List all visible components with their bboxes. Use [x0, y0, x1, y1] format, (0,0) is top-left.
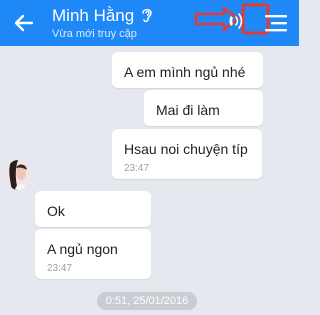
contact-avatar[interactable] — [6, 160, 30, 190]
ear-icon — [142, 8, 152, 23]
message-text: Ok — [47, 203, 65, 219]
incoming-message[interactable]: A ngủ ngon 23:47 — [35, 229, 151, 279]
back-arrow-icon[interactable] — [12, 11, 36, 35]
message-text: A em mình ngủ nhé — [124, 64, 246, 80]
chat-header: Minh Hằng Vừa mới truy cập — [0, 0, 299, 46]
outgoing-message[interactable]: Mai đi làm — [144, 90, 263, 126]
message-text: A ngủ ngon — [47, 241, 118, 257]
date-separator: 0:51, 25/01/2016 — [97, 292, 197, 310]
message-text: Mai đi làm — [156, 102, 220, 118]
message-time: 23:47 — [47, 263, 73, 274]
call-icon[interactable] — [226, 10, 246, 32]
menu-icon[interactable] — [263, 12, 289, 34]
message-text: Hsau noi chuyện típ — [124, 141, 248, 157]
contact-name[interactable]: Minh Hằng — [52, 6, 134, 26]
incoming-message[interactable]: Ok — [35, 191, 151, 227]
message-time: 23:47 — [124, 163, 150, 174]
online-status: Vừa mới truy cập — [52, 28, 137, 40]
outgoing-message[interactable]: A em mình ngủ nhé — [112, 52, 263, 88]
outgoing-message[interactable]: Hsau noi chuyện típ 23:47 — [112, 129, 262, 179]
